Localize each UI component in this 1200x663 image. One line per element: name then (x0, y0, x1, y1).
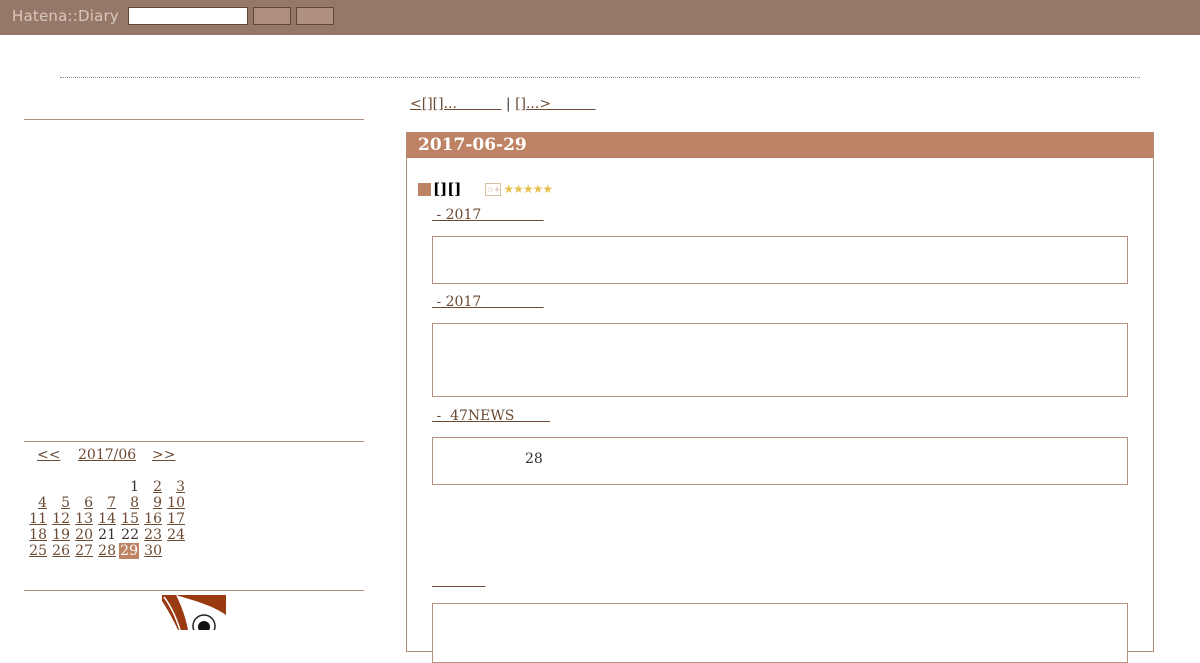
section-title: [][] ☆+ ★★★★★ (418, 180, 553, 198)
calendar-week: 11 12 13 14 15 16 17 (24, 511, 185, 527)
calendar-day[interactable]: 25 (24, 543, 47, 559)
sidebar-divider-bottom (24, 590, 364, 591)
calendar-week: 4 5 6 7 8 9 10 (24, 495, 185, 511)
calendar-day[interactable]: 10 (162, 495, 185, 511)
calendar-day[interactable]: 2 (139, 479, 162, 495)
calendar-day: 22 (121, 527, 139, 543)
calendar-grid: 1 2 3 4 5 6 7 8 9 10 11 12 13 14 15 16 17 18 19 20 21 22 23 24 2… (24, 479, 185, 559)
entry-link-1[interactable]: - 2017 (432, 207, 544, 223)
calendar-day[interactable]: 4 (24, 495, 47, 511)
embed-card-text: 28 (525, 451, 543, 467)
calendar-day: 21 (98, 527, 116, 543)
entry-link-2[interactable]: - 2017 (432, 294, 544, 310)
calendar-prev-link[interactable]: << (37, 447, 60, 463)
embed-card-4[interactable] (432, 603, 1128, 663)
add-star-icon[interactable]: ☆+ (485, 182, 502, 196)
secondary-search-button[interactable] (296, 7, 334, 25)
search-button[interactable] (253, 7, 291, 25)
pager-separator: | (501, 96, 516, 112)
calendar-next-link[interactable]: >> (152, 447, 175, 463)
calendar-day[interactable]: 18 (24, 527, 47, 543)
entry-link-3[interactable]: - 47NEWS (432, 408, 550, 424)
prev-entry-link[interactable]: <[][]... (410, 96, 501, 112)
calendar-day[interactable]: 28 (93, 543, 116, 559)
calendar-day: 1 (130, 479, 139, 495)
calendar-day[interactable]: 30 (139, 543, 162, 559)
calendar-day[interactable]: 8 (116, 495, 139, 511)
calendar-week: 25 26 27 28 29 30 (24, 543, 185, 559)
day-date[interactable]: 2017-06-29 (407, 133, 1153, 158)
profile-image[interactable] (162, 595, 226, 630)
calendar-day[interactable]: 7 (93, 495, 116, 511)
calendar-day (70, 479, 93, 495)
calendar-day[interactable]: 27 (70, 543, 93, 559)
embed-card-2[interactable] (432, 323, 1128, 397)
embed-card-3[interactable]: 28 (432, 437, 1128, 485)
calendar-day (93, 479, 116, 495)
calendar-day[interactable]: 5 (47, 495, 70, 511)
calendar-day[interactable]: 6 (70, 495, 93, 511)
day-entry: 2017-06-29 [][] ☆+ ★★★★★ - 2017 - 2017 -… (406, 132, 1154, 663)
pager: <[][]... | []...> (410, 96, 596, 112)
calendar-day[interactable]: 17 (162, 511, 185, 527)
calendar-day[interactable]: 20 (70, 527, 93, 543)
sidebar-divider-calendar (24, 441, 364, 442)
calendar-day[interactable]: 24 (162, 527, 185, 543)
calendar-day (47, 479, 70, 495)
calendar-day[interactable]: 13 (70, 511, 93, 527)
calendar-day (24, 479, 47, 495)
calendar-day[interactable]: 9 (139, 495, 162, 511)
calendar-day[interactable]: 23 (139, 527, 162, 543)
calendar-day (162, 543, 185, 559)
calendar-day[interactable]: 19 (47, 527, 70, 543)
section-marker-icon[interactable] (418, 182, 431, 196)
calendar-day[interactable]: 11 (24, 511, 47, 527)
calendar-week: 123 (24, 479, 185, 495)
search-input[interactable] (128, 7, 248, 25)
star-icons[interactable]: ★★★★★ (503, 182, 553, 196)
calendar-day[interactable]: 16 (139, 511, 162, 527)
calendar-month-link[interactable]: 2017/06 (78, 447, 136, 463)
header-divider (60, 77, 1140, 78)
calendar-day[interactable]: 26 (47, 543, 70, 559)
next-entry-link[interactable]: []...> (515, 96, 596, 112)
embed-card-1[interactable] (432, 236, 1128, 284)
top-bar: Hatena::Diary (0, 0, 1200, 35)
calendar-week: 18 19 20 21 22 23 24 (24, 527, 185, 543)
calendar-day[interactable]: 3 (162, 479, 185, 495)
calendar-day-today[interactable]: 29 (116, 543, 139, 559)
calendar-day[interactable]: 15 (116, 511, 139, 527)
entry-link-4[interactable] (432, 573, 485, 589)
calendar-day[interactable]: 14 (93, 511, 116, 527)
sidebar-divider-top (24, 119, 364, 120)
calendar-day[interactable]: 12 (47, 511, 70, 527)
section-title-text[interactable]: [][] (433, 180, 461, 198)
site-logo[interactable]: Hatena::Diary (12, 7, 119, 25)
